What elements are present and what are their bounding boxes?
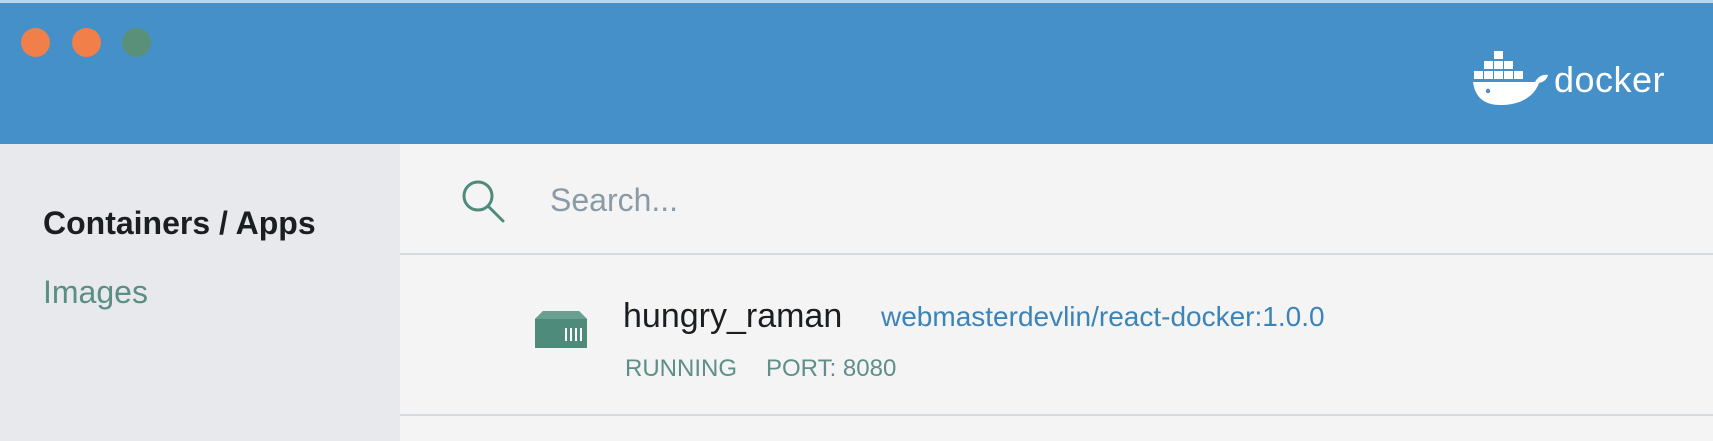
container-image-link[interactable]: webmasterdevlin/react-docker:1.0.0 <box>881 301 1325 333</box>
search-input[interactable] <box>550 178 1250 222</box>
docker-desktop-window: docker Containers / Apps Images Search..… <box>0 0 1713 441</box>
search-bar <box>400 144 1713 255</box>
container-row[interactable]: hungry_raman webmasterdevlin/react-docke… <box>400 255 1713 416</box>
container-status: RUNNING <box>625 355 737 382</box>
window-close-button[interactable] <box>21 28 50 57</box>
docker-brand: docker <box>1472 47 1665 109</box>
sidebar: Containers / Apps Images <box>0 144 400 441</box>
search-icon[interactable] <box>458 176 508 226</box>
brand-name: docker <box>1553 59 1665 100</box>
container-name: hungry_raman <box>623 297 843 335</box>
title-bar: docker <box>0 0 1713 144</box>
window-zoom-button[interactable] <box>122 28 151 57</box>
container-icon <box>535 311 587 348</box>
docker-whale-icon <box>1472 51 1548 105</box>
sidebar-item-images[interactable]: Images <box>43 274 148 311</box>
sidebar-item-containers-apps[interactable]: Containers / Apps <box>43 205 316 242</box>
main-panel: hungry_raman webmasterdevlin/react-docke… <box>400 144 1713 441</box>
container-port: PORT: 8080 <box>766 355 897 382</box>
window-minimize-button[interactable] <box>72 28 101 57</box>
